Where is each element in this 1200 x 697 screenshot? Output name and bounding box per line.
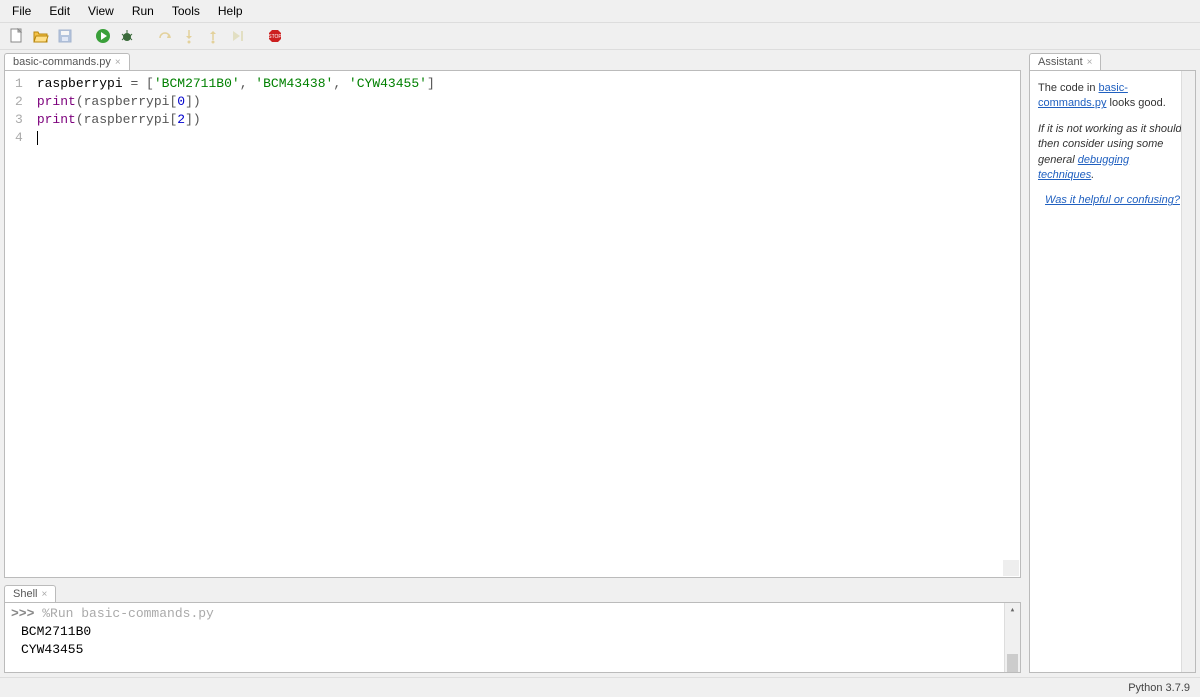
assistant-tab[interactable]: Assistant ×: [1029, 53, 1101, 70]
debug-button[interactable]: [118, 27, 136, 45]
new-file-button[interactable]: [8, 27, 26, 45]
shell-prompt: >>>: [11, 606, 42, 621]
shell-output-line: BCM2711B0: [21, 624, 91, 639]
shell-output-line: CYW43455: [21, 642, 83, 657]
shell-run-command: %Run basic-commands.py: [42, 606, 214, 621]
code-editor[interactable]: 1234 raspberrypi = ['BCM2711B0', 'BCM434…: [4, 70, 1021, 578]
text-cursor: [37, 131, 38, 145]
code-line[interactable]: print(raspberrypi[0]): [37, 93, 1020, 111]
save-icon: [57, 28, 73, 44]
editor-scrollbar-corner[interactable]: [1003, 560, 1019, 576]
toolbar: STOP: [0, 23, 1200, 50]
code-line[interactable]: raspberrypi = ['BCM2711B0', 'BCM43438', …: [37, 75, 1020, 93]
editor-tab[interactable]: basic-commands.py ×: [4, 53, 130, 70]
python-version[interactable]: Python 3.7.9: [1128, 682, 1190, 694]
step-over-button[interactable]: [156, 27, 174, 45]
step-out-icon: [205, 28, 221, 44]
open-file-button[interactable]: [32, 27, 50, 45]
assistant-scrollbar[interactable]: [1181, 71, 1195, 672]
close-icon[interactable]: ×: [1087, 57, 1093, 68]
menu-tools[interactable]: Tools: [164, 2, 208, 20]
stop-button[interactable]: STOP: [266, 27, 284, 45]
scrollbar-thumb[interactable]: [1007, 654, 1018, 672]
debug-icon: [119, 28, 135, 44]
shell-pane: Shell × >>> %Run basic-commands.py BCM27…: [0, 582, 1025, 677]
code-line[interactable]: print(raspberrypi[2]): [37, 111, 1020, 129]
step-out-button[interactable]: [204, 27, 222, 45]
status-bar: Python 3.7.9: [0, 677, 1200, 697]
line-gutter: 1234: [5, 71, 31, 577]
assistant-msg-2: If it is not working as it should, then …: [1038, 122, 1187, 184]
resume-icon: [229, 28, 245, 44]
run-button[interactable]: [94, 27, 112, 45]
open-folder-icon: [33, 28, 49, 44]
shell-console[interactable]: >>> %Run basic-commands.py BCM2711B0 CYW…: [4, 602, 1021, 673]
svg-text:STOP: STOP: [268, 34, 282, 40]
menu-help[interactable]: Help: [210, 2, 251, 20]
close-icon[interactable]: ×: [115, 57, 121, 68]
code-line[interactable]: [37, 129, 1020, 147]
step-into-button[interactable]: [180, 27, 198, 45]
run-icon: [95, 28, 111, 44]
step-into-icon: [181, 28, 197, 44]
assistant-body: The code in basic-commands.py looks good…: [1029, 70, 1196, 673]
menu-view[interactable]: View: [80, 2, 122, 20]
stop-icon: STOP: [267, 28, 283, 44]
step-over-icon: [157, 28, 173, 44]
shell-tab-label: Shell: [13, 588, 37, 600]
shell-tab[interactable]: Shell ×: [4, 585, 56, 602]
assistant-feedback: Was it helpful or confusing?: [1038, 193, 1187, 208]
new-file-icon: [9, 28, 25, 44]
resume-button[interactable]: [228, 27, 246, 45]
close-icon[interactable]: ×: [41, 589, 47, 600]
menu-run[interactable]: Run: [124, 2, 162, 20]
assistant-pane: Assistant × The code in basic-commands.p…: [1025, 50, 1200, 677]
assistant-feedback-link[interactable]: Was it helpful or confusing?: [1045, 194, 1180, 206]
editor-pane: basic-commands.py × 1234 raspberrypi = […: [0, 50, 1025, 582]
menu-file[interactable]: File: [4, 2, 39, 20]
scroll-up-icon[interactable]: ▴: [1005, 603, 1020, 617]
save-button[interactable]: [56, 27, 74, 45]
shell-scrollbar[interactable]: ▴: [1004, 603, 1020, 672]
assistant-tab-label: Assistant: [1038, 56, 1083, 68]
code-content[interactable]: raspberrypi = ['BCM2711B0', 'BCM43438', …: [31, 71, 1020, 577]
menu-edit[interactable]: Edit: [41, 2, 78, 20]
assistant-msg-1: The code in basic-commands.py looks good…: [1038, 81, 1187, 112]
editor-tab-label: basic-commands.py: [13, 56, 111, 68]
menu-bar: FileEditViewRunToolsHelp: [0, 0, 1200, 23]
